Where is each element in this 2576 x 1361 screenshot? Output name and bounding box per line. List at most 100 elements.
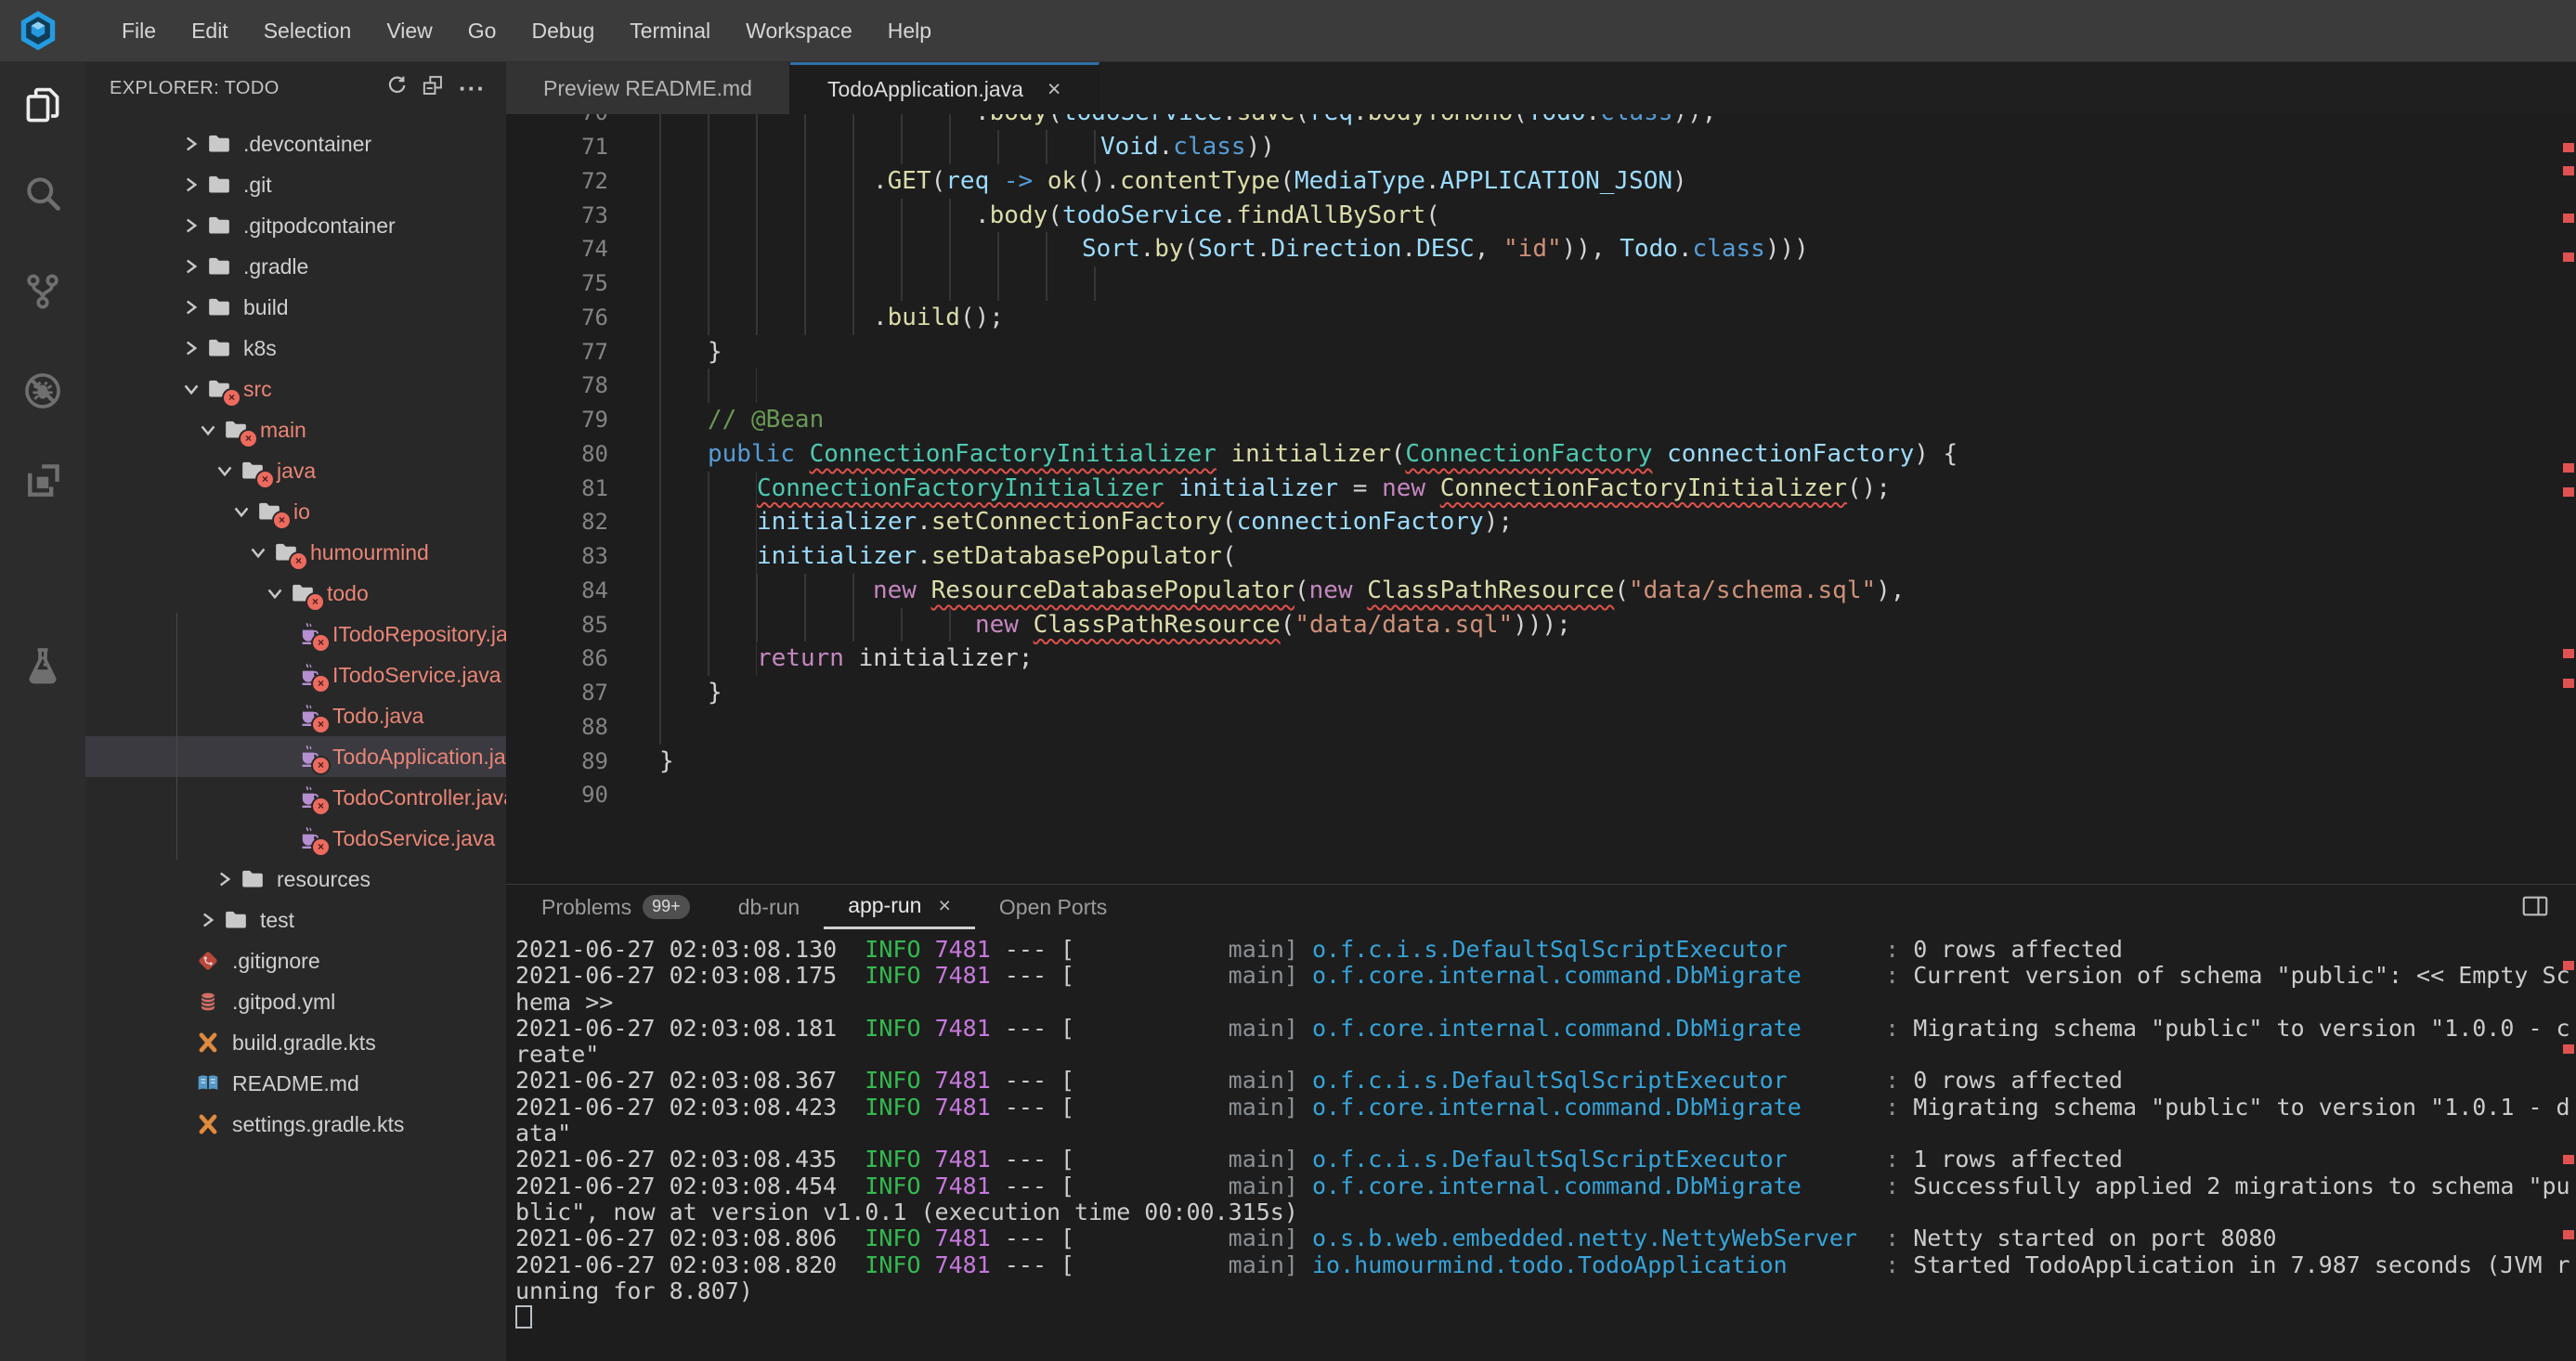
tree-item-ITodoRepository.java[interactable]: ×ITodoRepository.java (85, 614, 506, 655)
code-line[interactable]: 74Sort.by(Sort.Direction.DESC, "id")), T… (506, 232, 2576, 266)
chevron-down-icon (249, 543, 273, 562)
refresh-icon[interactable] (386, 75, 407, 101)
menu-item-terminal[interactable]: Terminal (612, 0, 728, 61)
menu-item-file[interactable]: File (104, 0, 174, 61)
code-line[interactable]: 90 (506, 778, 2576, 812)
tree-item-.gitpodcontainer[interactable]: .gitpodcontainer (85, 205, 506, 246)
panel-tab-db-run[interactable]: db-run (714, 885, 824, 929)
tree-item-io[interactable]: ×io (85, 491, 506, 532)
activity-debug-icon[interactable] (0, 365, 85, 417)
tree-item-.devcontainer[interactable]: .devcontainer (85, 123, 506, 164)
more-actions-icon[interactable]: ··· (459, 84, 486, 93)
activity-search-icon[interactable] (0, 167, 85, 219)
panel-tab-bar: Problems99+db-run app-run × Open Ports (506, 885, 2576, 929)
panel-tab-open-ports[interactable]: Open Ports (975, 885, 1131, 929)
code-line[interactable]: 79// @Bean (506, 403, 2576, 437)
split-panel-icon[interactable] (2522, 895, 2548, 922)
tree-item-settings.gradle.kts[interactable]: settings.gradle.kts (85, 1104, 506, 1145)
panel-tab-problems[interactable]: Problems99+ (517, 885, 714, 929)
menu-item-debug[interactable]: Debug (514, 0, 612, 61)
tree-item-k8s[interactable]: k8s (85, 328, 506, 369)
code-line[interactable]: 83initializer.setDatabasePopulator( (506, 539, 2576, 574)
activity-source-control-icon[interactable] (0, 266, 85, 318)
tree-item-todo[interactable]: ×todo (85, 573, 506, 614)
code-line[interactable]: 78 (506, 369, 2576, 403)
terminal-output[interactable]: 2021-06-27 02:03:08.130 INFO 7481 --- [ … (506, 929, 2576, 1330)
tree-item-README.md[interactable]: README.md (85, 1063, 506, 1104)
tree-item-.gitpod.yml[interactable]: .gitpod.yml (85, 981, 506, 1022)
tree-item-src[interactable]: ×src (85, 369, 506, 409)
code-line[interactable]: 75 (506, 266, 2576, 301)
menu-item-help[interactable]: Help (870, 0, 949, 61)
line-number: 87 (506, 676, 608, 710)
line-number: 84 (506, 574, 608, 608)
code-line[interactable]: 71Void.class)) (506, 130, 2576, 164)
panel-tab-app-run[interactable]: app-run × (824, 885, 975, 929)
code-line[interactable]: 73.body(todoService.findAllBySort( (506, 199, 2576, 233)
tree-item-java[interactable]: ×java (85, 450, 506, 491)
tree-item-TodoApplication.java[interactable]: ×TodoApplication.java (85, 736, 506, 777)
code-line[interactable]: 85new ClassPathResource("data/data.sql")… (506, 608, 2576, 642)
error-badge: × (311, 674, 331, 693)
code-line[interactable]: 77} (506, 335, 2576, 369)
activity-files-icon[interactable] (0, 80, 85, 132)
editor-tab-todoapplication.java[interactable]: TodoApplication.java× (790, 62, 1099, 114)
code-line[interactable]: 76.build(); (506, 301, 2576, 335)
code-line[interactable]: 88 (506, 710, 2576, 745)
code-line[interactable]: 86return initializer; (506, 642, 2576, 676)
tree-item-test[interactable]: test (85, 900, 506, 940)
tree-item-label: README.md (232, 1071, 359, 1096)
chevron-down-icon (266, 584, 290, 603)
java-file-icon: × (295, 785, 323, 810)
tree-item-main[interactable]: ×main (85, 409, 506, 450)
menu-item-go[interactable]: Go (450, 0, 514, 61)
tree-item-build[interactable]: build (85, 287, 506, 328)
close-tab-icon[interactable]: × (938, 893, 950, 918)
line-number: 70 (506, 114, 608, 130)
code-line[interactable]: 87} (506, 676, 2576, 710)
activity-test-flask-icon[interactable] (0, 641, 85, 693)
line-number: 75 (506, 266, 608, 301)
folder-file-icon (223, 908, 251, 933)
tree-item-build.gradle.kts[interactable]: build.gradle.kts (85, 1022, 506, 1063)
error-ruler-mark (2563, 1044, 2574, 1054)
chevron-right-icon (215, 870, 240, 888)
explorer-actions: ··· (386, 75, 486, 101)
editor-tab-preview-readme.md[interactable]: Preview README.md (506, 62, 790, 114)
indent-guides (659, 710, 708, 745)
tree-item-.gitignore[interactable]: .gitignore (85, 940, 506, 981)
code-line[interactable]: 84new ResourceDatabasePopulator(new Clas… (506, 574, 2576, 608)
menu-item-view[interactable]: View (369, 0, 449, 61)
tree-item-.gradle[interactable]: .gradle (85, 246, 506, 287)
activity-extensions-icon[interactable] (0, 455, 85, 507)
tree-item-ITodoService.java[interactable]: ×ITodoService.java (85, 655, 506, 695)
code-line[interactable]: 89} (506, 745, 2576, 779)
panel-tab-label: app-run (848, 893, 921, 918)
close-tab-icon[interactable]: × (1047, 76, 1061, 103)
tree-item-TodoController.java[interactable]: ×TodoController.java (85, 777, 506, 818)
code-line[interactable]: 81ConnectionFactoryInitializer initializ… (506, 472, 2576, 506)
clipped-code-line: 70.body(todoService.save(req.bodyToMono(… (506, 114, 2576, 130)
menu-item-selection[interactable]: Selection (246, 0, 370, 61)
code-line[interactable]: 82initializer.setConnectionFactory(conne… (506, 505, 2576, 539)
terminal-line: 2021-06-27 02:03:08.130 INFO 7481 --- [ … (515, 937, 2576, 963)
tree-item-label: k8s (243, 336, 277, 361)
tree-item-resources[interactable]: resources (85, 859, 506, 900)
tree-item-TodoService.java[interactable]: ×TodoService.java (85, 818, 506, 859)
line-number: 82 (506, 505, 608, 539)
code-line[interactable]: 70.body(todoService.save(req.bodyToMono(… (506, 114, 2576, 130)
tree-item-Todo.java[interactable]: ×Todo.java (85, 695, 506, 736)
chevron-right-icon (182, 257, 206, 276)
terminal-line: 2021-06-27 02:03:08.806 INFO 7481 --- [ … (515, 1225, 2576, 1251)
code-area[interactable]: 70.body(todoService.save(req.bodyToMono(… (506, 114, 2576, 812)
menu-item-edit[interactable]: Edit (174, 0, 246, 61)
error-ruler-mark (2563, 1230, 2574, 1239)
code-line[interactable]: 72.GET(req -> ok().contentType(MediaType… (506, 164, 2576, 199)
menu-item-workspace[interactable]: Workspace (728, 0, 870, 61)
code-line[interactable]: 80public ConnectionFactoryInitializer in… (506, 437, 2576, 472)
book-file-icon (195, 1071, 223, 1096)
error-ruler-mark (2563, 253, 2574, 262)
tree-item-humourmind[interactable]: ×humourmind (85, 532, 506, 573)
collapse-all-icon[interactable] (423, 75, 443, 101)
tree-item-.git[interactable]: .git (85, 164, 506, 205)
